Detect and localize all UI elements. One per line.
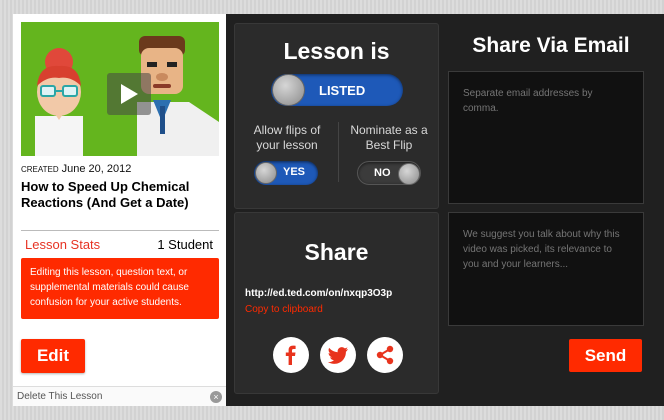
delete-lesson-row[interactable]: Delete This Lesson × [13,386,226,406]
email-addresses-field[interactable] [448,71,644,204]
options-divider [338,122,339,182]
settings-panel: Lesson is LISTED Allow flips of your les… [226,14,664,406]
listed-toggle-knob[interactable] [272,74,305,106]
share-button[interactable] [367,337,403,373]
listed-toggle-label: LISTED [319,83,366,98]
video-thumbnail[interactable] [21,22,219,156]
created-label: Created [21,165,59,174]
nominate-knob[interactable] [398,163,420,185]
allow-flips-knob[interactable] [255,162,277,184]
delete-lesson-link[interactable]: Delete This Lesson [17,391,102,402]
lesson-title: How to Speed Up Chemical Reactions (And … [21,179,190,210]
send-button[interactable]: Send [569,339,642,372]
edit-warning: Editing this lesson, question text, or s… [21,258,219,319]
play-button[interactable] [107,73,151,115]
created-date: June 20, 2012 [61,163,132,175]
play-icon [121,84,138,104]
email-message-field[interactable] [448,212,644,326]
lesson-stats-link[interactable]: Lesson Stats [25,237,100,252]
share-url[interactable]: http://ed.ted.com/on/nxqp3O3p [245,288,392,299]
nominate-value: NO [374,167,391,179]
twitter-icon [327,347,348,364]
share-box: Share http://ed.ted.com/on/nxqp3O3p Copy… [234,212,439,394]
student-count: 1 Student [157,236,213,252]
lesson-stats-row[interactable]: Lesson Stats 1 Student [21,230,219,257]
facebook-icon [285,345,296,365]
lesson-status-box: Lesson is LISTED Allow flips of your les… [234,23,439,209]
allow-flips-value: YES [283,166,306,178]
share-icon [376,345,394,365]
listed-toggle[interactable]: LISTED [271,74,403,106]
share-heading: Share [304,239,369,265]
email-heading: Share Via Email [472,34,630,57]
close-icon[interactable]: × [210,390,222,403]
copy-to-clipboard-link[interactable]: Copy to clipboard [245,304,323,315]
twitter-button[interactable] [320,337,356,373]
lesson-card: Created June 20, 2012 How to Speed Up Che… [13,14,226,406]
created-info: Created June 20, 2012 [21,163,131,175]
allow-flips-label: Allow flips of your lesson [253,123,321,152]
nominate-label: Nominate as a Best Flip [350,123,428,152]
nominate-toggle[interactable]: NO [357,161,421,185]
edit-button[interactable]: Edit [21,339,85,373]
lesson-status-heading: Lesson is [283,38,390,64]
allow-flips-toggle[interactable]: YES [254,161,318,185]
facebook-button[interactable] [273,337,309,373]
